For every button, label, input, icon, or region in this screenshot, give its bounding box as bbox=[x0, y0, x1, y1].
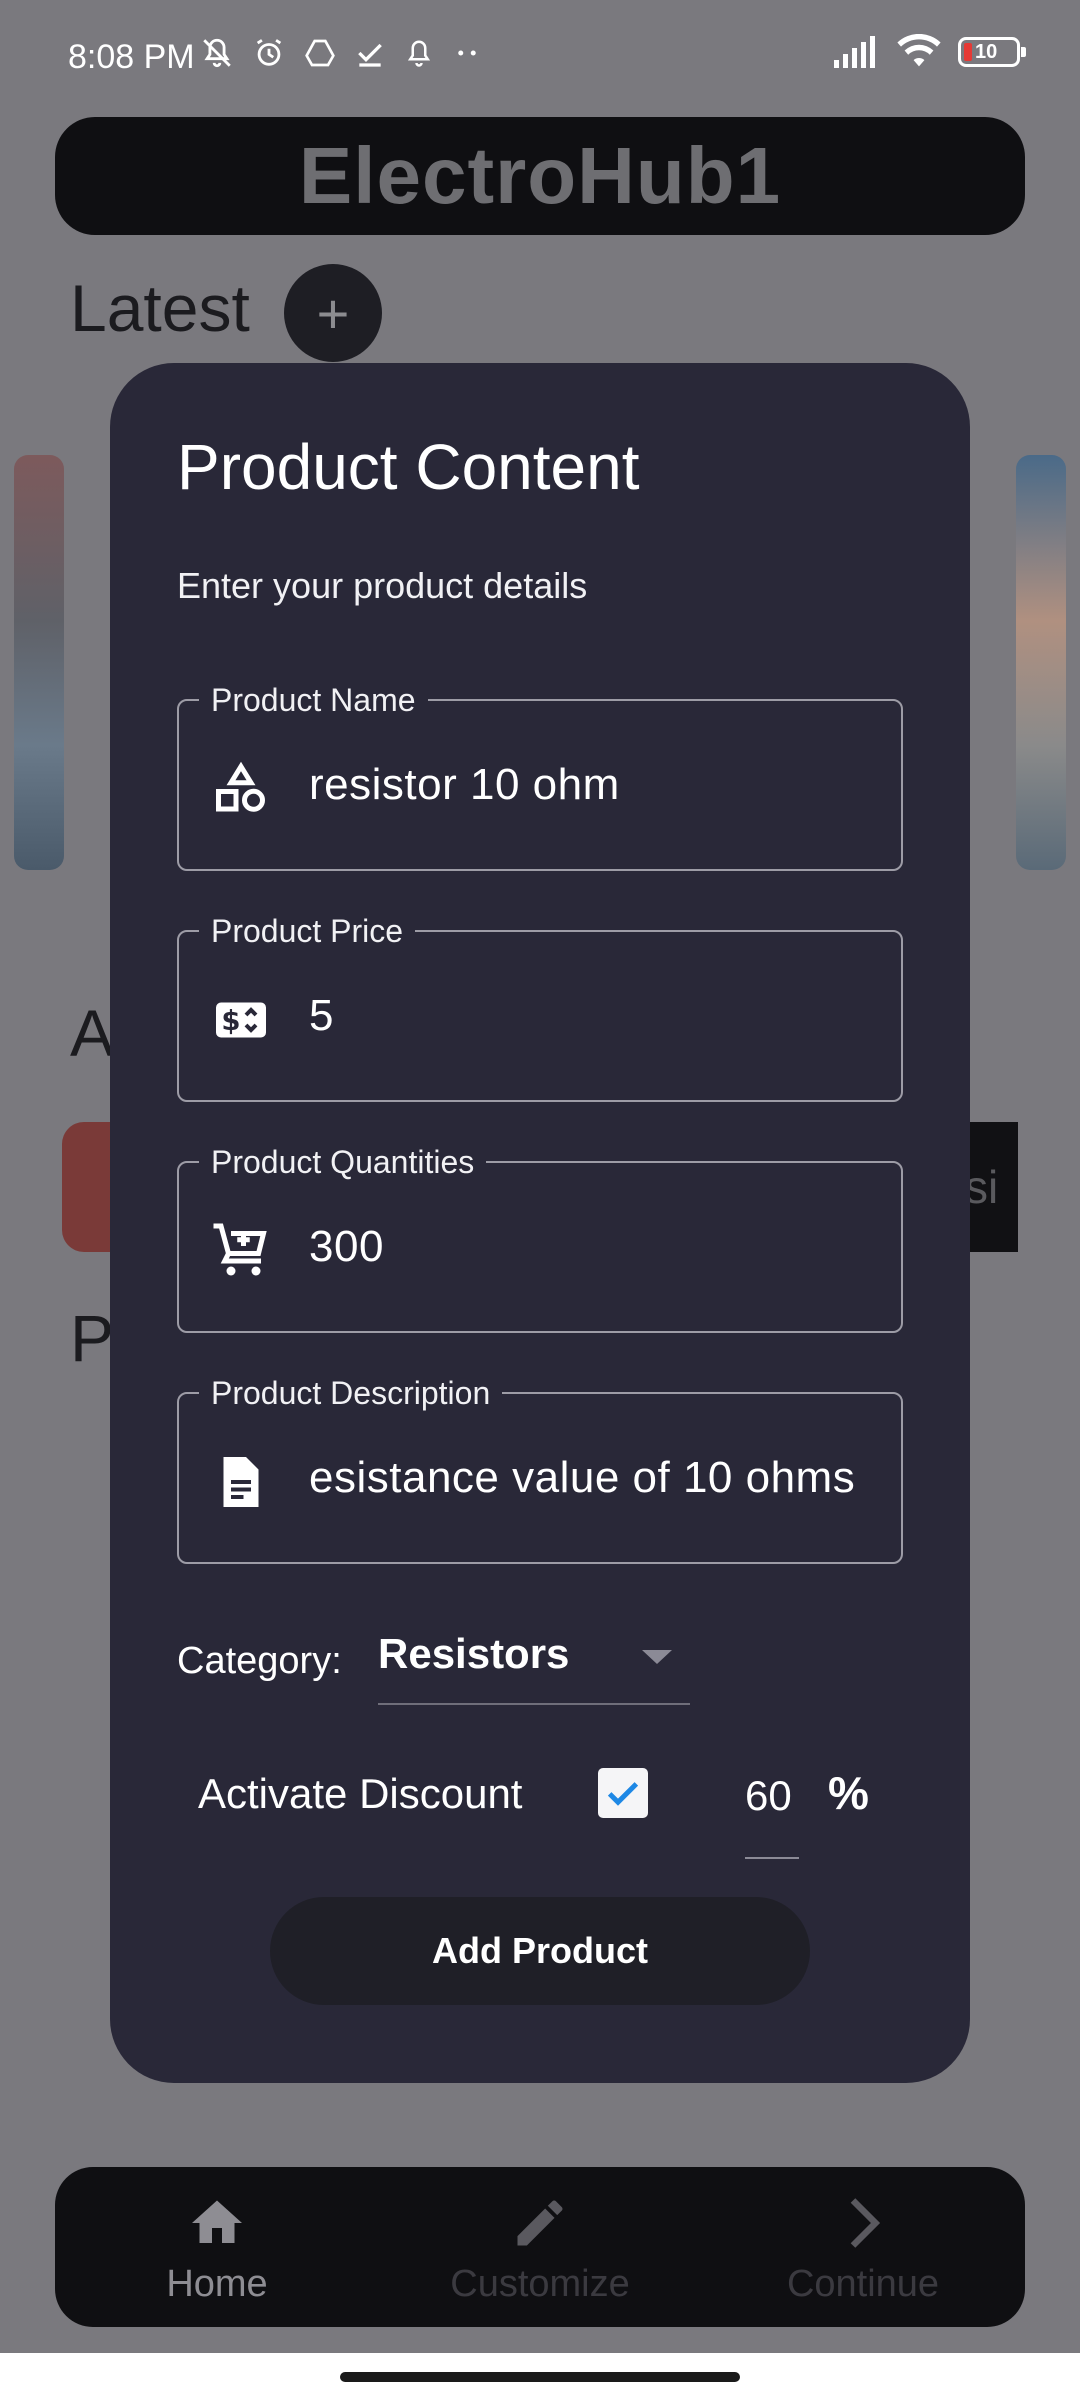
product-price-field[interactable]: Product Price $ 5 bbox=[177, 912, 903, 1102]
nav-label-customize: Customize bbox=[450, 2263, 630, 2305]
nav-item-customize[interactable]: Customize bbox=[440, 2167, 640, 2327]
dialog-title: Product Content bbox=[177, 431, 640, 503]
discount-input-underline bbox=[745, 1857, 799, 1859]
dropdown-caret-icon bbox=[642, 1650, 672, 1664]
latest-section-title: Latest bbox=[70, 271, 250, 345]
home-icon bbox=[192, 2200, 242, 2243]
product-description-input[interactable]: esistance value of 10 ohms bbox=[309, 1394, 881, 1562]
category-dropdown[interactable]: Resistors bbox=[378, 1628, 690, 1705]
product-quantities-input[interactable]: 300 bbox=[309, 1163, 881, 1331]
pencil-icon bbox=[517, 2200, 563, 2246]
discount-percent-symbol: % bbox=[828, 1767, 869, 1819]
add-product-button[interactable]: Add Product bbox=[270, 1897, 810, 2005]
section-title-partial-p: P bbox=[70, 1301, 115, 1375]
price-tag-icon: $ bbox=[216, 1002, 266, 1038]
category-selected-value: Resistors bbox=[378, 1630, 570, 1677]
shapes-icon bbox=[216, 761, 265, 812]
nav-item-continue[interactable]: Continue bbox=[763, 2167, 963, 2327]
more-dots-icon bbox=[458, 50, 476, 56]
task-done-icon bbox=[358, 43, 382, 67]
carousel-card-right[interactable] bbox=[1016, 455, 1066, 870]
product-description-field[interactable]: Product Description esistance value of 1… bbox=[177, 1374, 903, 1564]
activate-discount-label: Activate Discount bbox=[198, 1770, 523, 1817]
add-shopping-cart-icon bbox=[213, 1223, 267, 1276]
checkmark-icon bbox=[607, 1782, 639, 1806]
notification-bell-icon bbox=[407, 40, 431, 67]
status-icons-right: 10 bbox=[832, 34, 1026, 70]
app-title: ElectroHub1 bbox=[298, 131, 782, 220]
dialog-subtitle: Enter your product details bbox=[177, 565, 588, 606]
battery-level: 10 bbox=[975, 41, 998, 63]
latest-add-button[interactable]: + bbox=[284, 264, 382, 362]
chevron-right-icon bbox=[850, 2198, 881, 2248]
nav-label-continue: Continue bbox=[786, 2263, 940, 2305]
bottom-navigation: Home Customize Continue bbox=[55, 2167, 1025, 2327]
section-title-partial-a: A bbox=[70, 996, 115, 1070]
wifi-icon bbox=[897, 34, 941, 67]
discount-percentage-input[interactable]: 60 bbox=[745, 1772, 792, 1820]
drive-icon bbox=[305, 39, 335, 67]
product-price-input[interactable]: 5 bbox=[309, 932, 881, 1100]
nav-item-home[interactable]: Home bbox=[117, 2167, 317, 2327]
status-time: 8:08 PM bbox=[68, 38, 195, 76]
activate-discount-checkbox[interactable] bbox=[598, 1768, 648, 1818]
battery-icon: 10 bbox=[958, 37, 1026, 67]
home-indicator[interactable] bbox=[340, 2372, 740, 2382]
alarm-icon bbox=[256, 39, 282, 66]
product-name-field[interactable]: Product Name resistor 10 ohm bbox=[177, 681, 903, 871]
product-quantities-field[interactable]: Product Quantities 300 bbox=[177, 1143, 903, 1333]
nav-label-home: Home bbox=[166, 2263, 268, 2305]
signal-icon bbox=[834, 36, 875, 68]
status-bar: 8:08 PM 10 bbox=[0, 0, 1080, 110]
status-icons-left bbox=[200, 36, 482, 70]
description-icon bbox=[223, 1457, 259, 1507]
product-name-input[interactable]: resistor 10 ohm bbox=[309, 701, 881, 869]
category-label: Category: bbox=[177, 1640, 342, 1682]
app-header: ElectroHub1 bbox=[55, 117, 1025, 235]
svg-text:$: $ bbox=[221, 1005, 240, 1037]
carousel-card-left[interactable] bbox=[14, 455, 64, 870]
bell-muted-icon bbox=[203, 38, 231, 68]
